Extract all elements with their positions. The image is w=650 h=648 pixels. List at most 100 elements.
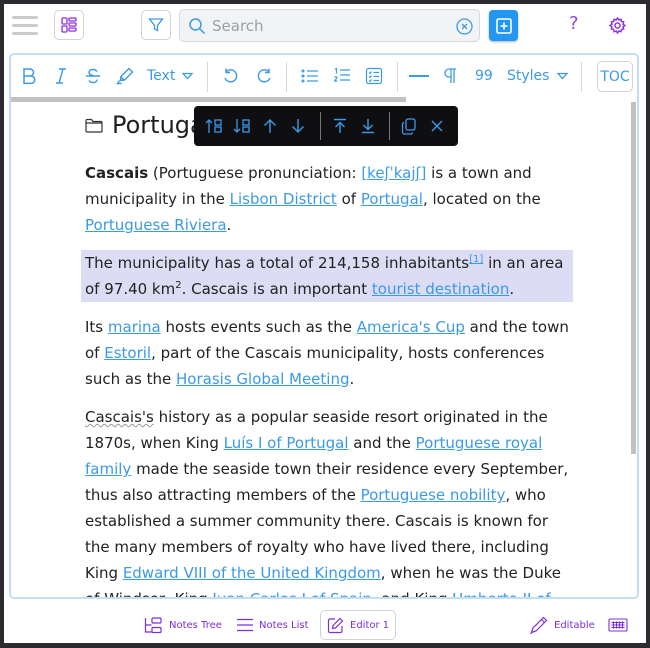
link[interactable]: [keʃˈkajʃ] [361,164,426,182]
redo-icon [257,68,271,83]
strikethrough-icon [86,68,100,84]
duplicate-block-button[interactable] [399,116,419,136]
text: . [509,280,515,298]
text-style-label: Text [147,68,176,84]
misspelled-word[interactable]: Cascais's [85,408,154,426]
checklist-button[interactable] [365,64,383,88]
link[interactable]: Luís I of Portugal [224,434,349,452]
copy-icon [401,117,416,135]
bold-text: Cascais [85,164,149,182]
note-content[interactable]: Portugal Cascais (Portuguese pronunciati… [11,102,629,599]
close-icon [431,120,443,132]
vertical-scrollbar[interactable] [631,102,636,454]
notes-tree-label: Notes Tree [169,619,222,631]
text: . Cascais is an important [181,280,372,298]
link[interactable]: tourist destination [372,280,509,298]
link[interactable]: Edward VIII of the United Kingdom [123,564,381,582]
move-up-button[interactable] [260,116,280,136]
text: . [349,370,355,388]
block-action-toolbar [194,106,458,146]
link[interactable]: Lisbon District [230,190,337,208]
search-icon [189,18,206,35]
search-input[interactable] [212,14,442,38]
search-box [179,9,480,42]
menu-icon-line [12,32,38,35]
layout-icon [61,17,77,33]
text: and the [348,434,416,452]
citation-link[interactable]: [1] [469,254,483,265]
pencil-icon [530,616,548,634]
italic-button[interactable] [54,64,68,88]
text-style-dropdown[interactable]: Text [147,64,194,88]
move-to-bottom-button[interactable] [358,116,378,136]
new-note-button[interactable] [489,10,518,41]
text: , located on the [422,190,541,208]
link[interactable]: America's Cup [357,318,465,336]
arrow-down-icon [292,119,304,133]
layout-toggle-button[interactable] [54,10,84,40]
notes-list-button[interactable]: Notes List [237,610,309,640]
arrow-to-bottom-icon [362,119,374,134]
keyboard-button[interactable] [608,610,634,640]
move-down-button[interactable] [288,116,308,136]
toc-button[interactable]: TOC [597,61,633,92]
highlight-button[interactable] [115,64,135,88]
strikethrough-button[interactable] [84,64,102,88]
close-toolbar-button[interactable] [427,116,447,136]
toolbar-divider [581,62,582,92]
numbered-list-icon [333,67,350,82]
text: hosts events such as the [160,318,357,336]
insert-block-above-button[interactable] [204,116,224,136]
redo-button[interactable] [255,64,273,88]
settings-gear-icon[interactable] [608,16,627,35]
styles-label: Styles [507,68,550,84]
text: (Portuguese pronunciation: [148,164,362,182]
format-toolbar: Text 99 Styles TOC [11,55,637,97]
chevron-down-icon [182,72,194,80]
editable-toggle[interactable]: Editable [529,610,595,640]
editor-1-label: Editor 1 [350,619,390,631]
arrow-up-icon [264,119,276,133]
link[interactable]: Estoril [104,344,151,362]
bottom-nav-bar: Notes Tree Notes List Editor 1 Editable [4,604,646,643]
checklist-icon [365,67,383,85]
horizontal-rule-button[interactable] [409,64,429,88]
top-bar: ? [4,4,646,48]
toolbar-divider [320,112,321,140]
text: of [336,190,361,208]
arrow-to-top-icon [334,118,346,133]
bullet-list-button[interactable] [301,64,319,88]
blockquote-button[interactable]: 99 [475,64,493,88]
highlighter-icon [116,67,134,85]
link[interactable]: Portugal [361,190,423,208]
undo-button[interactable] [222,64,240,88]
editor-1-tab[interactable]: Editor 1 [320,610,397,640]
link[interactable]: marina [108,318,161,336]
filter-icon [148,18,164,32]
clear-search-icon[interactable] [456,18,473,35]
toolbar-divider [286,62,287,92]
numbered-list-button[interactable] [333,64,351,88]
link[interactable]: Portuguese Riviera [85,216,227,234]
link[interactable]: Horasis Global Meeting [176,370,349,388]
note-title: Portugal [85,111,211,139]
bold-icon [23,68,36,85]
filter-button[interactable] [141,10,171,40]
plus-square-icon [495,17,512,34]
paragraph-button[interactable] [443,64,457,88]
menu-button[interactable] [12,16,38,36]
styles-dropdown[interactable]: Styles [507,64,569,88]
link[interactable]: Portuguese nobility [361,486,506,504]
help-button[interactable]: ? [569,13,579,34]
move-to-top-button[interactable] [330,116,350,136]
notes-tree-button[interactable]: Notes Tree [144,610,222,640]
text: , and King [371,590,453,599]
editor-panel: Text 99 Styles TOC Portugal Cascais (Por… [9,53,639,599]
undo-icon [224,68,238,83]
link[interactable]: Juan Carlos I of Spain [212,590,372,597]
bold-button[interactable] [21,64,37,88]
paragraph: Its marina hosts events such as the Amer… [85,314,575,392]
insert-block-below-button[interactable] [232,116,252,136]
editable-label: Editable [554,619,595,631]
italic-icon [56,68,66,84]
